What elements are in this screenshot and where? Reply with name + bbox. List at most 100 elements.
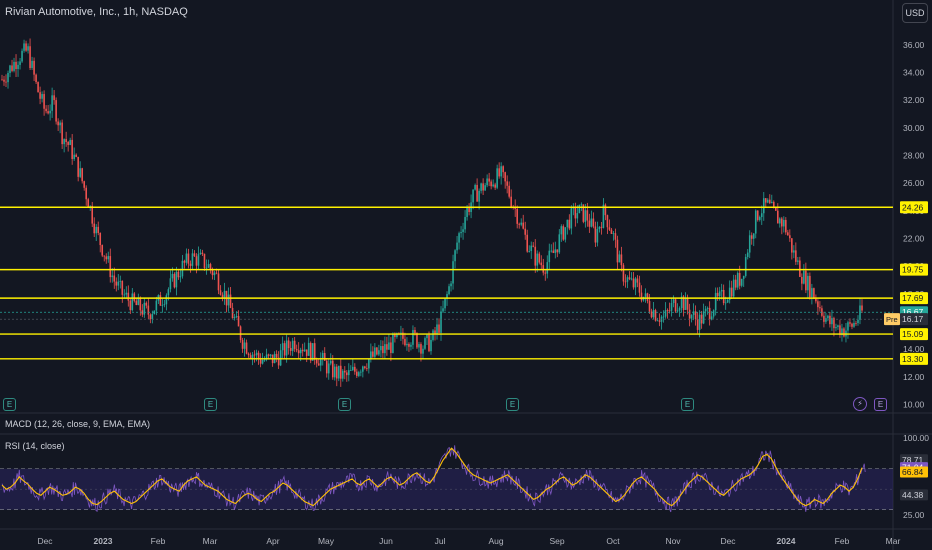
candle-body [738, 272, 741, 286]
candle-body [333, 366, 336, 378]
candle-body [362, 366, 364, 372]
candle-body [163, 304, 166, 306]
candle-body [394, 334, 396, 338]
candle-body [301, 349, 304, 352]
candle-body [321, 352, 324, 359]
candle-body [837, 325, 839, 328]
candle-body [67, 141, 69, 145]
candle-body [702, 311, 705, 324]
candle-body [604, 204, 607, 216]
candle-body [335, 366, 338, 379]
candle-body [462, 229, 464, 233]
candle-body [829, 315, 831, 325]
candle-body [281, 343, 284, 351]
candle-body [859, 305, 861, 320]
earnings-badge-3[interactable]: E [338, 398, 351, 411]
candle-body [360, 371, 362, 373]
candle-body [37, 82, 39, 93]
candle-body [522, 222, 525, 229]
rsi-label[interactable]: RSI (14, close) [5, 441, 65, 451]
candle-body [293, 340, 296, 349]
candle-body [674, 299, 677, 312]
candle-body [217, 273, 220, 291]
candle-body [13, 61, 15, 71]
candle-body [805, 270, 807, 291]
candle-body [87, 199, 90, 208]
candle-body [410, 344, 412, 347]
candle-body [69, 139, 71, 145]
candle-body [139, 297, 142, 311]
earnings-badge-2[interactable]: E [204, 398, 217, 411]
candle-body [39, 92, 41, 99]
candle-body [370, 351, 372, 360]
x-tick-label: Jul [435, 536, 446, 546]
candle-body [664, 310, 667, 317]
candle-body [207, 264, 210, 268]
currency-button[interactable]: USD [902, 3, 928, 23]
candle-body [576, 213, 579, 219]
candle-body [488, 178, 490, 182]
candle-body [444, 298, 446, 309]
earnings-badge-1[interactable]: E [3, 398, 16, 411]
candle-body [71, 139, 73, 160]
candle-body [612, 233, 615, 235]
candle-body [438, 324, 440, 333]
candle-body [125, 292, 128, 295]
earnings-badge-5[interactable]: E [681, 398, 694, 411]
x-tick-label: Oct [606, 536, 620, 546]
candle-body [530, 245, 533, 252]
candle-body [165, 295, 168, 305]
candle-body [833, 318, 835, 329]
candle-body [787, 232, 789, 236]
candle-body [490, 181, 492, 187]
candle-body [518, 223, 521, 225]
candle-body [762, 198, 765, 214]
candle-body [797, 260, 799, 262]
candle-body [783, 219, 785, 227]
candle-body [853, 322, 855, 327]
candle-body [341, 370, 344, 379]
macd-label[interactable]: MACD (12, 26, close, 9, EMA, EMA) [5, 419, 150, 429]
candle-body [732, 279, 735, 297]
dividend-badge[interactable]: E [874, 398, 887, 411]
candle-body [103, 255, 106, 257]
candle-body [770, 201, 773, 204]
candle-body [317, 363, 320, 366]
candle-body [716, 292, 719, 297]
candle-body [197, 254, 200, 266]
candle-body [348, 370, 350, 376]
candle-body [556, 249, 559, 253]
candle-body [27, 46, 29, 51]
candle-body [847, 322, 849, 331]
candle-body [596, 229, 599, 243]
candle-body [231, 307, 234, 319]
candle-body [428, 334, 430, 352]
candle-body [756, 210, 759, 220]
x-tick-label: Mar [203, 536, 218, 546]
flash-icon[interactable]: ⚡ [853, 397, 867, 411]
candle-body [430, 339, 432, 352]
earnings-badge-4[interactable]: E [506, 398, 519, 411]
candle-body [432, 330, 434, 340]
candle-body [213, 272, 216, 276]
candle-body [175, 271, 178, 288]
candle-body [440, 311, 442, 333]
candle-body [291, 340, 294, 351]
candle-body [263, 359, 266, 361]
candle-body [861, 305, 863, 311]
candle-body [356, 371, 358, 376]
candle-body [760, 213, 763, 218]
candle-body [63, 139, 65, 145]
candle-body [640, 292, 643, 301]
candle-body [484, 185, 486, 191]
candle-body [558, 234, 561, 253]
chart-canvas[interactable]: 36.0034.0032.0030.0028.0026.0024.0022.00… [0, 0, 932, 550]
candle-body [726, 299, 729, 303]
candle-body [261, 360, 264, 364]
candle-body [624, 281, 627, 283]
candle-body [279, 350, 282, 366]
candle-body [532, 245, 535, 247]
candle-body [404, 338, 406, 346]
candle-body [376, 347, 378, 355]
candle-body [835, 327, 837, 329]
